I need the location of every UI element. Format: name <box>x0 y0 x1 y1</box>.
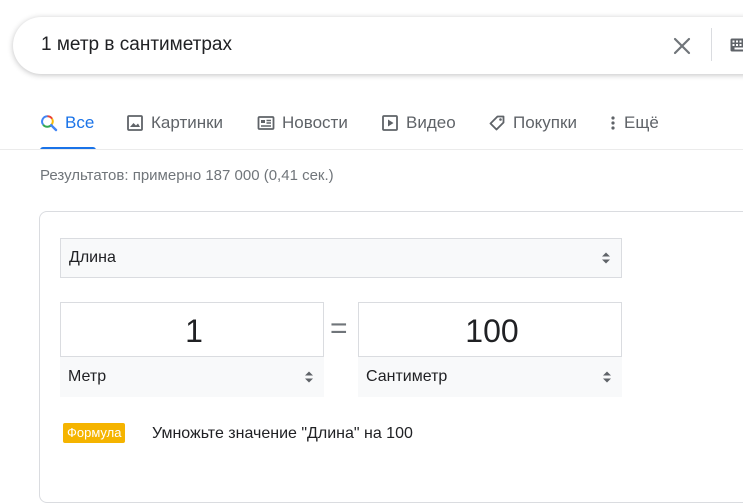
tab-images-label: Картинки <box>151 113 223 133</box>
from-value-input[interactable] <box>61 303 327 359</box>
to-unit-select[interactable]: Сантиметр <box>358 356 622 397</box>
tab-more[interactable]: Ещё <box>608 112 664 150</box>
video-icon <box>381 114 399 132</box>
equals-sign: = <box>330 312 348 346</box>
search-bar[interactable]: 1 метр в сантиметрах <box>13 17 743 74</box>
search-query[interactable]: 1 метр в сантиметрах <box>41 34 232 56</box>
tab-shopping-label: Покупки <box>513 113 577 133</box>
quantity-select[interactable]: Длина <box>60 238 622 278</box>
search-icon <box>40 114 58 132</box>
results-count: Результатов: примерно 187 000 (0,41 сек.… <box>40 167 334 184</box>
from-unit-select[interactable]: Метр <box>60 356 324 397</box>
tag-icon <box>488 114 506 132</box>
news-icon <box>257 114 275 132</box>
tab-images[interactable]: Картинки <box>126 112 228 150</box>
to-unit-select-value: Сантиметр <box>366 368 447 386</box>
select-arrows-icon <box>601 251 611 265</box>
from-unit-box: Метр <box>60 302 324 396</box>
tab-news-label: Новости <box>282 113 348 133</box>
tab-all-label: Все <box>65 113 94 133</box>
search-divider <box>711 28 712 61</box>
keyboard-icon[interactable] <box>730 38 743 52</box>
to-value-input[interactable] <box>359 303 625 359</box>
tab-shopping[interactable]: Покупки <box>488 112 581 150</box>
from-unit-select-value: Метр <box>68 368 106 386</box>
tab-more-label: Ещё <box>624 113 659 133</box>
quantity-select-value: Длина <box>69 249 116 267</box>
select-arrows-icon <box>602 370 612 384</box>
tab-video[interactable]: Видео <box>381 112 459 150</box>
to-unit-box: Сантиметр <box>358 302 622 396</box>
tabs-divider <box>0 149 743 150</box>
more-vert-icon <box>608 114 618 132</box>
tab-all[interactable]: Все <box>40 112 96 150</box>
formula-text: Умножьте значение "Длина" на 100 <box>152 425 413 443</box>
close-icon[interactable] <box>670 34 694 58</box>
formula-badge: Формула <box>63 423 125 443</box>
select-arrows-icon <box>304 370 314 384</box>
search-tabs: Все Картинки Новости Видео Покупки <box>0 104 743 150</box>
image-icon <box>126 114 144 132</box>
tab-news[interactable]: Новости <box>257 112 352 150</box>
tab-video-label: Видео <box>406 113 456 133</box>
